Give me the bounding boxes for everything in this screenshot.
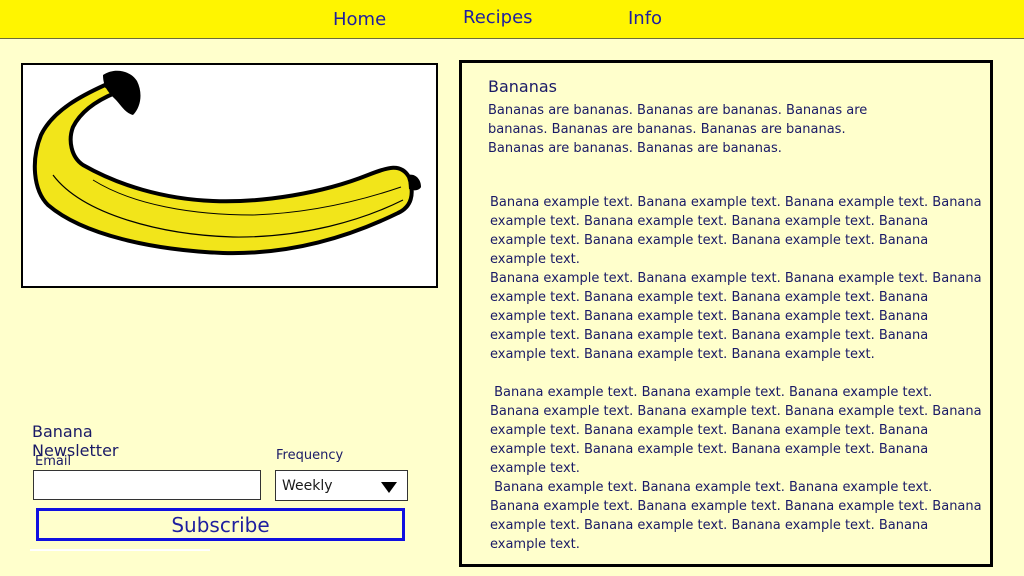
email-label: Email [35, 454, 72, 469]
article-panel: Bananas Bananas are bananas. Bananas are… [459, 60, 993, 567]
nav-home-link[interactable]: Home [333, 9, 386, 30]
frequency-select[interactable]: Weekly [275, 470, 408, 501]
article-intro: Bananas are bananas. Bananas are bananas… [488, 103, 868, 156]
nav-info-link[interactable]: Info [628, 8, 662, 29]
article-paragraph: Banana example text. Banana example text… [490, 480, 986, 552]
nav-recipes-link[interactable]: Recipes [463, 7, 533, 28]
chevron-down-icon [381, 482, 397, 493]
article-paragraph: Banana example text. Banana example text… [490, 385, 986, 476]
subscribe-button[interactable]: Subscribe [36, 508, 405, 541]
banana-illustration-icon [32, 70, 421, 256]
divider [30, 549, 210, 551]
hero-image [21, 63, 438, 288]
article-paragraph: Banana example text. Banana example text… [490, 195, 982, 267]
frequency-label: Frequency [276, 448, 344, 463]
email-field[interactable] [33, 470, 261, 500]
article-title: Bananas [488, 77, 558, 96]
top-nav: Home Recipes Info [0, 0, 1024, 39]
frequency-selected-value: Weekly [282, 478, 333, 494]
article-paragraph: Banana example text. Banana example text… [490, 271, 982, 362]
